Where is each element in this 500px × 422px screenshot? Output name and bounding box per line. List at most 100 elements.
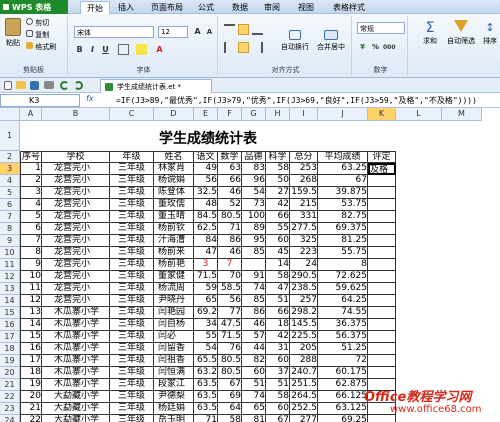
table-cell[interactable]: 木瓜寨小学 <box>42 319 110 331</box>
tab-review[interactable]: 审阅 <box>258 1 286 14</box>
table-cell[interactable] <box>368 211 396 223</box>
table-header-cell[interactable]: 评定 <box>368 151 396 163</box>
table-cell[interactable]: 70 <box>218 271 242 283</box>
table-cell[interactable]: 46 <box>218 187 242 199</box>
table-cell[interactable]: 闫艳园 <box>154 307 194 319</box>
table-cell[interactable]: 三年级 <box>110 235 154 247</box>
table-cell[interactable]: 81 <box>242 415 266 422</box>
table-cell[interactable]: 15 <box>20 331 42 343</box>
row-header[interactable]: 18 <box>0 343 20 355</box>
table-cell[interactable]: 66 <box>218 175 242 187</box>
table-cell[interactable]: 53.75 <box>318 199 368 211</box>
table-cell[interactable]: 7 <box>218 259 242 271</box>
column-header[interactable]: I <box>290 108 318 121</box>
table-cell[interactable]: 木瓜寨小学 <box>42 367 110 379</box>
table-cell[interactable]: 56.375 <box>318 331 368 343</box>
row-header[interactable]: 19 <box>0 355 20 367</box>
table-cell[interactable]: 闫必 <box>154 331 194 343</box>
app-menu-button[interactable]: WPS 表格 <box>0 0 68 14</box>
row-header[interactable]: 9 <box>0 235 20 247</box>
redo-icon[interactable] <box>74 81 83 90</box>
table-cell[interactable]: 闫自杨 <box>154 319 194 331</box>
paste-button[interactable]: 粘贴 <box>2 18 24 48</box>
table-cell[interactable]: 三年级 <box>110 319 154 331</box>
table-header-cell[interactable]: 科学 <box>266 151 290 163</box>
table-cell[interactable]: 74.55 <box>318 307 368 319</box>
open-folder-icon[interactable] <box>16 81 26 89</box>
table-cell[interactable]: 10 <box>20 271 42 283</box>
table-cell[interactable]: 木瓜寨小学 <box>42 307 110 319</box>
row-header[interactable]: 11 <box>0 259 20 271</box>
table-cell[interactable]: 14 <box>266 259 290 271</box>
table-cell[interactable] <box>368 187 396 199</box>
table-cell[interactable]: 85 <box>242 247 266 259</box>
table-cell[interactable]: 86 <box>242 307 266 319</box>
table-cell[interactable]: 82.75 <box>318 211 368 223</box>
align-middle-icon[interactable] <box>238 24 249 35</box>
copy-button[interactable]: 复制 <box>26 30 49 40</box>
table-cell[interactable]: 三年级 <box>110 331 154 343</box>
table-cell[interactable] <box>368 283 396 295</box>
table-cell[interactable]: 16 <box>20 343 42 355</box>
table-cell[interactable]: 36.375 <box>318 319 368 331</box>
table-cell[interactable]: 215 <box>290 199 318 211</box>
table-cell[interactable]: 64.25 <box>318 295 368 307</box>
table-cell[interactable]: 汁海漕 <box>154 235 194 247</box>
table-cell[interactable]: 63.5 <box>194 379 218 391</box>
table-cell[interactable]: 91 <box>242 271 266 283</box>
table-cell[interactable]: 三年级 <box>110 187 154 199</box>
table-cell[interactable]: 董玫儒 <box>154 199 194 211</box>
save-icon[interactable] <box>30 81 39 90</box>
merge-center-button[interactable]: 合并居中 <box>314 30 348 52</box>
table-cell[interactable]: 18 <box>266 319 290 331</box>
table-cell[interactable]: 72 <box>318 355 368 367</box>
table-cell[interactable]: 三年级 <box>110 367 154 379</box>
table-cell[interactable]: 尹晓丹 <box>154 295 194 307</box>
table-cell[interactable]: 20 <box>20 391 42 403</box>
table-cell[interactable]: 63.25 <box>318 163 368 175</box>
table-cell[interactable] <box>368 271 396 283</box>
table-cell[interactable]: 51.25 <box>318 343 368 355</box>
table-cell[interactable]: 11 <box>20 283 42 295</box>
shrink-font-icon[interactable]: A <box>204 27 215 38</box>
table-cell[interactable]: 闫留香 <box>154 343 194 355</box>
table-cell[interactable]: 55 <box>266 223 290 235</box>
table-cell[interactable]: 65.5 <box>194 355 218 367</box>
table-cell[interactable]: 71 <box>194 415 218 422</box>
table-cell[interactable]: 253 <box>290 163 318 175</box>
table-cell[interactable]: 95 <box>242 235 266 247</box>
undo-icon[interactable] <box>60 81 69 90</box>
row-header[interactable]: 21 <box>0 379 20 391</box>
percent-icon[interactable]: % <box>370 42 381 53</box>
table-cell[interactable]: 杨谠娟 <box>154 175 194 187</box>
table-cell[interactable]: 65 <box>194 295 218 307</box>
table-cell[interactable] <box>368 175 396 187</box>
table-cell[interactable]: 59 <box>194 283 218 295</box>
row-header[interactable]: 5 <box>0 187 20 199</box>
table-cell[interactable]: 251.5 <box>290 379 318 391</box>
row-header[interactable]: 3 <box>0 163 20 175</box>
align-right-icon[interactable] <box>252 42 263 53</box>
table-cell[interactable]: 56 <box>194 175 218 187</box>
table-cell[interactable]: 1 <box>20 163 42 175</box>
table-cell[interactable]: 39.875 <box>318 187 368 199</box>
table-cell[interactable]: 58.5 <box>218 283 242 295</box>
table-cell[interactable]: 三年级 <box>110 343 154 355</box>
table-cell[interactable]: 杨流周 <box>154 283 194 295</box>
table-cell[interactable]: 76 <box>218 343 242 355</box>
table-cell[interactable]: 6 <box>20 223 42 235</box>
table-cell[interactable]: 龙营完小 <box>42 187 110 199</box>
column-header[interactable]: F <box>218 108 242 121</box>
cut-button[interactable]: 剪切 <box>26 18 49 28</box>
tab-insert[interactable]: 插入 <box>112 1 140 14</box>
table-cell[interactable]: 龙营完小 <box>42 163 110 175</box>
table-cell[interactable]: 2 <box>20 175 42 187</box>
table-cell[interactable]: 42 <box>266 331 290 343</box>
row-header[interactable]: 23 <box>0 403 20 415</box>
table-cell[interactable]: 159.5 <box>290 187 318 199</box>
align-center-icon[interactable] <box>238 42 249 53</box>
table-cell[interactable]: 三年级 <box>110 259 154 271</box>
table-cell[interactable]: 三年级 <box>110 271 154 283</box>
table-cell[interactable]: 55 <box>194 331 218 343</box>
table-cell[interactable]: 73 <box>242 199 266 211</box>
